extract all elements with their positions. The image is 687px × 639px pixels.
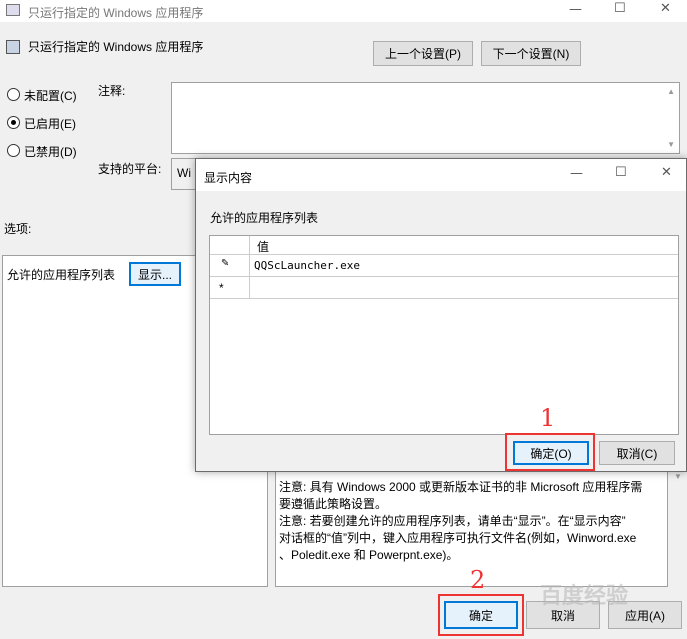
radio-enabled-label: 已启用(E) bbox=[24, 117, 76, 131]
show-button[interactable]: 显示... bbox=[129, 262, 181, 286]
maximize-icon[interactable]: ☐ bbox=[614, 1, 626, 16]
annotation-box-1 bbox=[505, 433, 595, 471]
annotation-marker-2: 2 bbox=[470, 566, 486, 594]
radio-not-configured-label: 未配置(C) bbox=[24, 89, 77, 103]
values-grid: 值 ✎ QQScLauncher.exe * bbox=[209, 235, 679, 435]
help-line: 注意: 具有 Windows 2000 或更新版本证书的非 Microsoft … bbox=[279, 480, 643, 494]
new-row-asterisk-icon: * bbox=[219, 281, 224, 295]
radio-disabled[interactable] bbox=[7, 144, 20, 157]
annotation-box-2 bbox=[438, 594, 524, 636]
table-row[interactable]: * bbox=[210, 277, 678, 299]
row-header: ✎ bbox=[210, 255, 250, 277]
help-scrollbar[interactable]: ▼ bbox=[672, 470, 684, 587]
scroll-down-icon[interactable]: ▼ bbox=[674, 472, 682, 481]
row-header: * bbox=[210, 277, 250, 299]
radio-enabled[interactable] bbox=[7, 116, 20, 129]
allowed-list-label: 允许的应用程序列表 bbox=[7, 268, 116, 282]
dialog-cancel-button[interactable]: 取消(C) bbox=[599, 441, 675, 465]
help-line: 注意: 若要创建允许的应用程序列表，请单击“显示”。在“显示内容” bbox=[279, 514, 626, 528]
header-title: 只运行指定的 Windows 应用程序 bbox=[28, 40, 204, 54]
table-cell[interactable]: QQScLauncher.exe bbox=[254, 259, 360, 272]
app-icon bbox=[6, 4, 20, 16]
dialog-title: 显示内容 bbox=[204, 171, 253, 185]
window-title: 只运行指定的 Windows 应用程序 bbox=[28, 6, 204, 20]
show-contents-dialog: 显示内容 — ☐ ✕ 允许的应用程序列表 值 ✎ QQScLauncher.ex… bbox=[195, 158, 687, 472]
dialog-list-label: 允许的应用程序列表 bbox=[210, 211, 319, 225]
help-line: 要遵循此策略设置。 bbox=[279, 497, 388, 511]
column-header-value[interactable]: 值 bbox=[257, 238, 269, 255]
dialog-title-bar: 显示内容 — ☐ ✕ bbox=[196, 159, 686, 191]
close-icon[interactable]: ✕ bbox=[661, 165, 672, 180]
scroll-up-icon[interactable]: ▲ bbox=[667, 87, 675, 96]
platform-label: 支持的平台: bbox=[98, 162, 162, 176]
help-line: 、Poledit.exe 和 Powerpnt.exe)。 bbox=[279, 548, 459, 562]
scroll-down-icon[interactable]: ▼ bbox=[667, 140, 675, 149]
row-header-corner bbox=[210, 236, 250, 255]
watermark-text: 百度经验 bbox=[540, 583, 629, 608]
watermark: 百度经验 bbox=[540, 578, 628, 610]
next-setting-button[interactable]: 下一个设置(N) bbox=[481, 41, 581, 66]
grid-header-row: 值 bbox=[210, 236, 678, 255]
comment-textarea[interactable]: ▲ ▼ bbox=[171, 82, 680, 154]
close-icon[interactable]: ✕ bbox=[660, 1, 671, 16]
annotation-marker-1: 1 bbox=[540, 404, 556, 432]
edit-pencil-icon: ✎ bbox=[221, 258, 230, 269]
help-line: 对话框的“值”列中，键入应用程序可执行文件名(例如，Winword.exe bbox=[279, 531, 637, 545]
platform-value: Wi bbox=[177, 166, 191, 180]
options-label: 选项: bbox=[4, 222, 32, 236]
table-row[interactable]: ✎ QQScLauncher.exe bbox=[210, 255, 678, 277]
comment-label: 注释: bbox=[98, 84, 126, 98]
prev-setting-button[interactable]: 上一个设置(P) bbox=[373, 41, 473, 66]
radio-disabled-label: 已禁用(D) bbox=[24, 145, 77, 159]
maximize-icon[interactable]: ☐ bbox=[615, 165, 627, 180]
radio-not-configured[interactable] bbox=[7, 88, 20, 101]
policy-icon bbox=[6, 40, 20, 54]
minimize-icon[interactable]: — bbox=[569, 2, 582, 17]
title-bar: 只运行指定的 Windows 应用程序 — ☐ ✕ bbox=[0, 0, 687, 22]
minimize-icon[interactable]: — bbox=[570, 166, 583, 181]
radio-selected-dot bbox=[11, 120, 16, 125]
